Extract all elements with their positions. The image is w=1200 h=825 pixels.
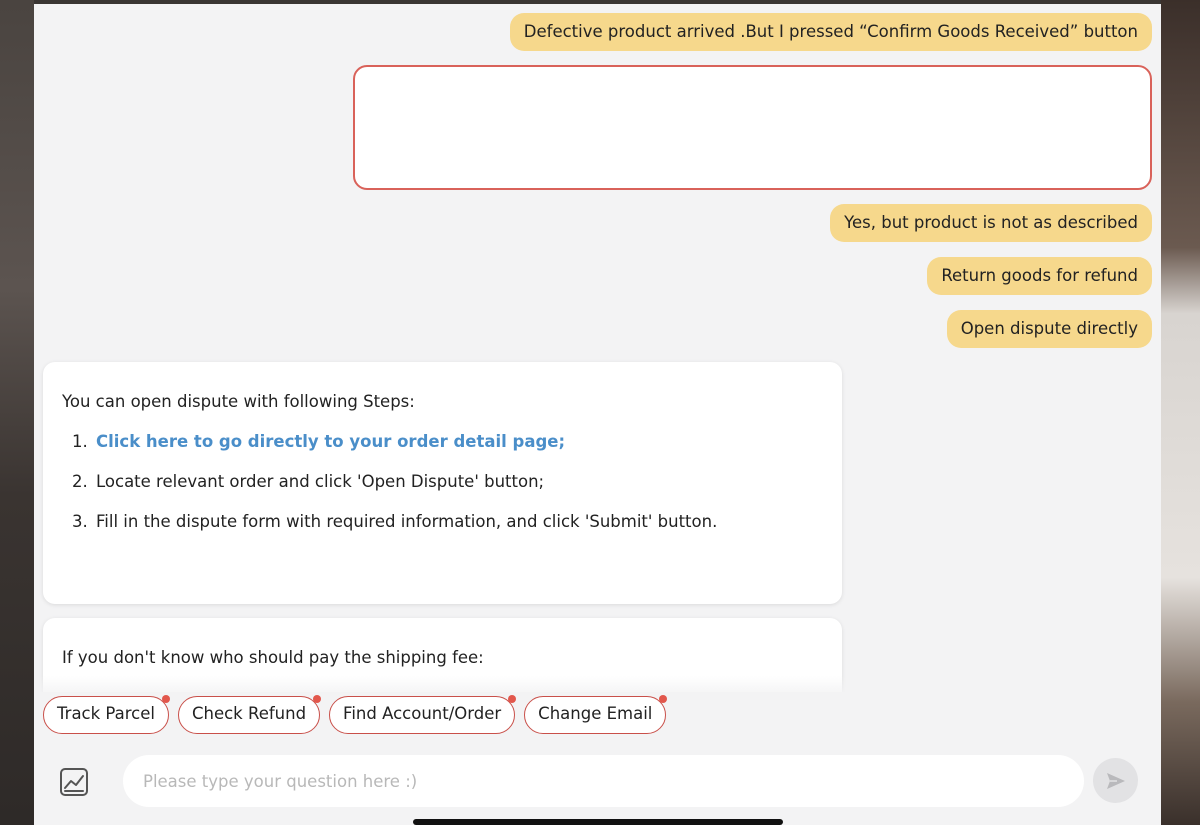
user-message: Yes, but product is not as described <box>830 204 1152 242</box>
step-item: 2. Locate relevant order and click 'Open … <box>72 470 717 510</box>
send-button[interactable] <box>1093 758 1138 803</box>
question-input[interactable] <box>123 755 1084 807</box>
scroll-fade <box>34 676 1161 696</box>
bot-message-intro: If you don't know who should pay the shi… <box>62 648 484 667</box>
quick-reply-label: Track Parcel <box>57 704 155 723</box>
step-item: 3. Fill in the dispute form with required… <box>72 510 717 550</box>
chart-icon[interactable] <box>58 766 90 798</box>
bot-message-dispute-steps: You can open dispute with following Step… <box>43 362 842 604</box>
quick-reply-label: Find Account/Order <box>343 704 502 723</box>
steps-list: 1. Click here to go directly to your orde… <box>72 430 717 550</box>
step-number: 2. <box>72 472 88 491</box>
message-list[interactable]: Defective product arrived .But I pressed… <box>34 4 1161 692</box>
notification-dot <box>161 695 170 703</box>
user-message: Open dispute directly <box>946 310 1152 348</box>
quick-reply-check-refund[interactable]: Check Refund <box>177 695 322 734</box>
notification-dot <box>313 695 322 703</box>
chat-panel: Defective product arrived .But I pressed… <box>34 4 1161 825</box>
step-text: Locate relevant order and click 'Open Di… <box>96 472 545 491</box>
quick-reply-track-parcel[interactable]: Track Parcel <box>43 695 170 734</box>
step-number: 1. <box>72 432 88 451</box>
step-number: 3. <box>72 512 88 531</box>
quick-reply-label: Check Refund <box>191 704 307 723</box>
step-item: 1. Click here to go directly to your orde… <box>72 430 717 470</box>
quick-reply-find-account-order[interactable]: Find Account/Order <box>329 695 517 734</box>
home-indicator <box>413 819 783 825</box>
send-icon <box>1106 772 1125 789</box>
quick-reply-change-email[interactable]: Change Email <box>524 695 668 734</box>
message-input-bar <box>34 744 1161 825</box>
quick-reply-bar: Track Parcel Check Refund Find Account/O… <box>43 695 668 734</box>
quick-reply-label: Change Email <box>538 704 653 723</box>
bot-message-intro: You can open dispute with following Step… <box>62 392 415 411</box>
user-message: Defective product arrived .But I pressed… <box>509 13 1152 51</box>
notification-dot <box>659 695 668 703</box>
order-detail-link[interactable]: Click here to go directly to your order … <box>96 432 565 451</box>
empty-message-card <box>353 65 1152 190</box>
notification-dot <box>508 695 517 703</box>
background-blur-left <box>0 0 34 825</box>
user-message: Return goods for refund <box>927 257 1152 295</box>
background-blur-right <box>1161 0 1200 825</box>
step-text: Fill in the dispute form with required i… <box>96 512 718 531</box>
